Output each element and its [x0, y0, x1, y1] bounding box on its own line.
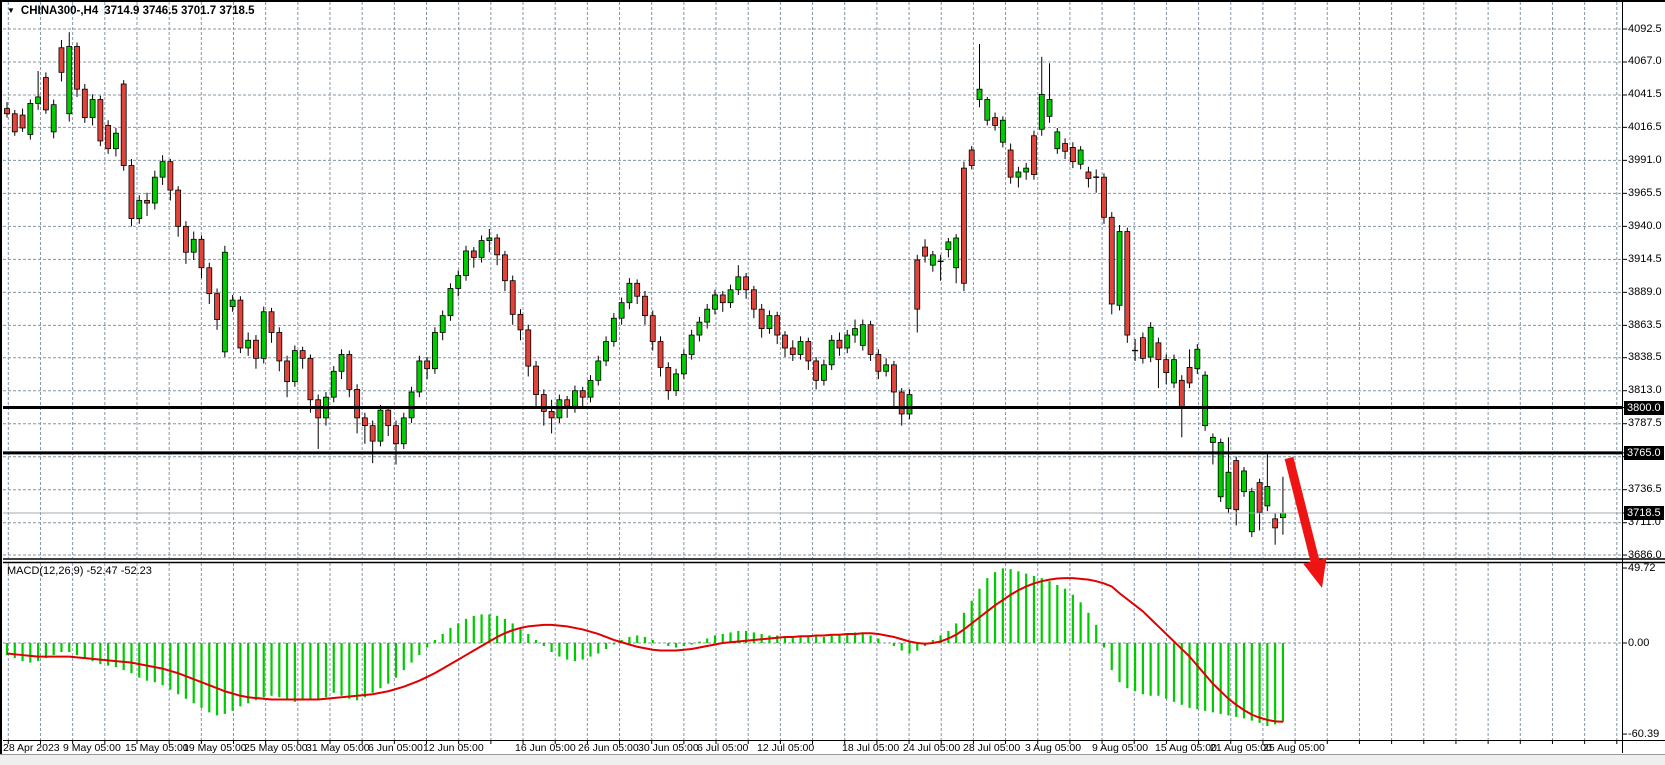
macd-axis-label: -60.39: [1628, 728, 1664, 740]
price-axis-label: 4067.0: [1628, 55, 1664, 67]
price-axis-label: 3889.0: [1628, 286, 1664, 298]
candlestick-chart[interactable]: [0, 0, 1665, 765]
price-level-badge: 3718.5: [1624, 506, 1664, 520]
time-axis-label: 25 May 05:00: [244, 742, 308, 754]
time-axis-label: 26 Jun 05:00: [578, 742, 639, 754]
macd-axis-label: 0.00: [1628, 637, 1664, 649]
chart-title: ▼ CHINA300-,H4 3714.9 3746.5 3701.7 3718…: [7, 5, 255, 17]
time-axis-label: 6 Jun 05:00: [368, 742, 423, 754]
price-level-badge: 3765.0: [1624, 446, 1664, 460]
bottom-strip: [0, 754, 1665, 765]
price-axis-label: 3965.5: [1628, 187, 1664, 199]
time-axis-label: 6 Jul 05:00: [697, 742, 748, 754]
symbol-timeframe-label: CHINA300-,H4: [21, 5, 98, 17]
time-axis-label: 9 Aug 05:00: [1092, 742, 1148, 754]
macd-signal: [7, 578, 1283, 722]
price-axis-label: 3863.5: [1628, 319, 1664, 331]
macd-indicator-label: MACD(12,26,9) -52.47 -52.23: [7, 565, 152, 577]
price-axis-label: 3914.5: [1628, 253, 1664, 265]
macd-histogram: [7, 568, 1283, 726]
macd-axis-label: 49.72: [1628, 562, 1664, 574]
price-axis-label: 4092.5: [1628, 23, 1664, 35]
price-axis-label: 4016.5: [1628, 121, 1664, 133]
time-axis-label: 30 Jun 05:00: [638, 742, 699, 754]
price-axis-label: 3813.0: [1628, 384, 1664, 396]
grid-layer: [3, 2, 1622, 740]
ohlc-values: 3714.9 3746.5 3701.7 3718.5: [104, 5, 254, 17]
time-axis-label: 24 Jul 05:00: [903, 742, 960, 754]
price-axis-label: 3991.0: [1628, 154, 1664, 166]
price-axis-label: 4041.5: [1628, 88, 1664, 100]
trading-chart-window: ▼ CHINA300-,H4 3714.9 3746.5 3701.7 3718…: [0, 0, 1665, 765]
time-axis-label: 3 Aug 05:00: [1025, 742, 1081, 754]
time-axis-label: 28 Jul 05:00: [963, 742, 1020, 754]
time-axis-label: 31 May 05:00: [306, 742, 370, 754]
time-axis-label: 16 Jun 05:00: [515, 742, 576, 754]
price-level-badge: 3800.0: [1624, 401, 1664, 415]
time-axis-label: 12 Jun 05:00: [423, 742, 484, 754]
time-axis-label: 19 May 05:00: [183, 742, 247, 754]
price-axis-label: 3736.5: [1628, 483, 1664, 495]
symbol-dropdown-icon[interactable]: ▼: [7, 6, 15, 16]
time-axis-label: 25 Aug 05:00: [1263, 742, 1325, 754]
time-axis-label: 9 May 05:00: [63, 742, 121, 754]
time-axis-label: 15 Aug 05:00: [1155, 742, 1217, 754]
candles-layer: [5, 32, 1286, 544]
price-axis-label: 3686.0: [1628, 549, 1664, 561]
time-axis-label: 12 Jul 05:00: [757, 742, 814, 754]
price-axis-label: 3787.5: [1628, 417, 1664, 429]
price-axis-label: 3838.5: [1628, 351, 1664, 363]
time-axis-label: 15 May 05:00: [125, 742, 189, 754]
time-axis-label: 18 Jul 05:00: [842, 742, 899, 754]
axis-ticks: [8, 29, 1627, 744]
time-axis-label: 28 Apr 2023: [3, 742, 60, 754]
macd-signal-line: [7, 578, 1283, 722]
price-axis-label: 3940.0: [1628, 220, 1664, 232]
